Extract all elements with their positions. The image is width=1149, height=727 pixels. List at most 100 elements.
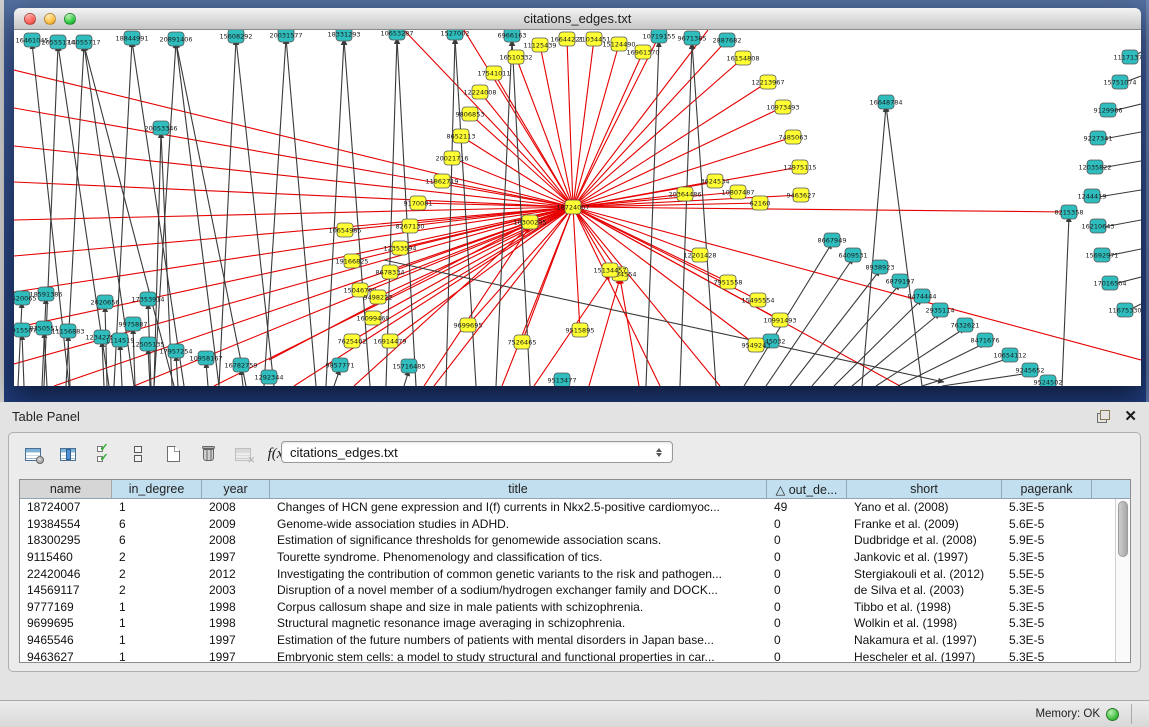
table-cell[interactable]: 0 [767, 550, 847, 564]
table-cell[interactable]: 1 [112, 600, 202, 614]
graph-node[interactable]: 20031577 [269, 30, 302, 42]
graph-node[interactable]: 9227341 [1084, 131, 1113, 145]
table-options-button[interactable] [21, 442, 45, 466]
graph-node[interactable]: 9671385 [678, 31, 707, 45]
table-cell[interactable]: 0 [767, 633, 847, 647]
column-header-in_degree[interactable]: in_degree [112, 480, 202, 498]
table-cell[interactable]: 5.5E-5 [1002, 567, 1092, 581]
table-cell[interactable]: 2008 [202, 533, 270, 547]
scrollbar-thumb[interactable] [1118, 501, 1128, 557]
graph-node[interactable]: 17541011 [477, 66, 510, 80]
table-cell[interactable]: 22420046 [20, 567, 112, 581]
column-header-out_de[interactable]: △ out_de... [767, 480, 847, 498]
table-row[interactable]: 946362711997Embryonic stem cells: a mode… [20, 648, 1130, 662]
graph-node[interactable]: 9170081 [404, 196, 433, 210]
table-cell[interactable]: 5.3E-5 [1002, 583, 1092, 597]
table-cell[interactable]: Franke et al. (2009) [847, 517, 1002, 531]
table-cell[interactable]: 2 [112, 550, 202, 564]
table-row[interactable]: 946554611997Estimation of the future num… [20, 632, 1130, 649]
graph-node[interactable]: 2887682 [713, 33, 742, 47]
table-cell[interactable]: 5.3E-5 [1002, 500, 1092, 514]
graph-node[interactable]: 17016504 [1093, 276, 1126, 290]
table-cell[interactable]: 0 [767, 567, 847, 581]
graph-node[interactable]: 9515895 [566, 323, 595, 337]
graph-node[interactable]: 8667949 [818, 233, 847, 247]
column-header-name[interactable]: name [20, 480, 112, 498]
close-window-button[interactable] [24, 13, 36, 25]
table-cell[interactable]: Hescheler et al. (1997) [847, 650, 1002, 662]
show-columns-button[interactable] [56, 442, 80, 466]
table-row[interactable]: 1456911722003Disruption of a novel membe… [20, 582, 1130, 599]
table-cell[interactable]: 1 [112, 500, 202, 514]
create-column-button[interactable] [161, 442, 185, 466]
graph-node[interactable]: 8938923 [866, 260, 895, 274]
network-canvas[interactable]: 1646104520555174140557171884499120891406… [14, 30, 1141, 386]
graph-node[interactable]: 11675330 [1108, 303, 1141, 317]
graph-node[interactable]: 18331293 [327, 30, 360, 41]
graph-node[interactable]: 9474444 [908, 289, 937, 303]
graph-node[interactable]: 9975887 [119, 317, 148, 331]
graph-node[interactable]: 16510332 [499, 50, 532, 64]
graph-node[interactable]: 6409531 [839, 248, 868, 262]
table-cell[interactable]: 5.3E-5 [1002, 550, 1092, 564]
graph-node[interactable]: 16782759 [224, 358, 257, 372]
graph-node[interactable]: 16648784 [869, 95, 902, 109]
float-window-icon[interactable] [1097, 410, 1110, 423]
table-row[interactable]: 1830029562008Estimation of significance … [20, 532, 1130, 549]
table-cell[interactable]: 1998 [202, 600, 270, 614]
table-cell[interactable]: 9465546 [20, 633, 112, 647]
table-cell[interactable]: Genome-wide association studies in ADHD. [270, 517, 767, 531]
table-cell[interactable]: 18724007 [20, 500, 112, 514]
table-cell[interactable]: Structural magnetic resonance image aver… [270, 616, 767, 630]
table-cell[interactable]: Tourette syndrome. Phenomenology and cla… [270, 550, 767, 564]
graph-node[interactable]: 7526465 [508, 335, 537, 349]
memory-indicator[interactable]: Memory: OK [1035, 701, 1119, 727]
column-header-year[interactable]: year [202, 480, 270, 498]
graph-node[interactable]: 14055717 [67, 35, 100, 49]
table-cell[interactable]: 0 [767, 616, 847, 630]
graph-node[interactable]: 10807487 [721, 185, 754, 199]
table-cell[interactable]: 1 [112, 616, 202, 630]
table-cell[interactable]: 1997 [202, 650, 270, 662]
table-cell[interactable]: 1997 [202, 550, 270, 564]
close-panel-icon[interactable]: ✕ [1124, 410, 1137, 423]
table-row[interactable]: 1872400712008Changes of HCN gene express… [20, 499, 1130, 516]
table-cell[interactable]: Tibbo et al. (1998) [847, 600, 1002, 614]
graph-node[interactable]: 2935114 [926, 303, 955, 317]
graph-node[interactable]: 9857771 [326, 358, 355, 372]
graph-node[interactable]: 6879197 [886, 274, 915, 288]
table-cell[interactable]: 14569117 [20, 583, 112, 597]
row-options-button[interactable] [126, 442, 150, 466]
table-cell[interactable]: 9115460 [20, 550, 112, 564]
window-titlebar[interactable]: citations_edges.txt [14, 8, 1141, 30]
graph-node[interactable]: 15751074 [1103, 75, 1136, 89]
select-all-button[interactable]: ✓ ✓ [91, 442, 115, 466]
graph-node[interactable]: 8215358 [1055, 205, 1084, 219]
graph-node[interactable]: 16210643 [1081, 219, 1114, 233]
graph-node[interactable]: 10719155 [642, 30, 675, 43]
graph-node[interactable]: 10654112 [993, 348, 1026, 362]
graph-node[interactable]: 1244419 [1078, 189, 1107, 203]
graph-node[interactable]: 9513477 [548, 373, 577, 386]
table-cell[interactable]: Nakamura et al. (1997) [847, 633, 1002, 647]
graph-node[interactable]: 15495554 [741, 293, 774, 307]
graph-node[interactable]: 10958167 [189, 351, 222, 365]
column-header-pagerank[interactable]: pagerank [1002, 480, 1092, 498]
graph-node[interactable]: 9524502 [1034, 375, 1063, 386]
graph-node[interactable]: 8267130 [396, 219, 425, 233]
table-cell[interactable]: 1998 [202, 616, 270, 630]
graph-node[interactable]: 18844991 [115, 31, 148, 45]
graph-node[interactable]: 10991493 [763, 313, 796, 327]
minimize-window-button[interactable] [44, 13, 56, 25]
table-cell[interactable]: 0 [767, 583, 847, 597]
graph-node[interactable]: 10653287 [380, 30, 413, 40]
table-cell[interactable]: Jankovic et al. (1997) [847, 550, 1002, 564]
column-header-title[interactable]: title [270, 480, 767, 498]
table-cell[interactable]: 0 [767, 600, 847, 614]
table-cell[interactable]: Disruption of a novel member of a sodium… [270, 583, 767, 597]
table-cell[interactable]: Estimation of significance thresholds fo… [270, 533, 767, 547]
table-cell[interactable]: 2012 [202, 567, 270, 581]
table-cell[interactable]: 5.9E-5 [1002, 533, 1092, 547]
table-cell[interactable]: 1997 [202, 633, 270, 647]
graph-node[interactable]: 1292344 [255, 370, 284, 384]
